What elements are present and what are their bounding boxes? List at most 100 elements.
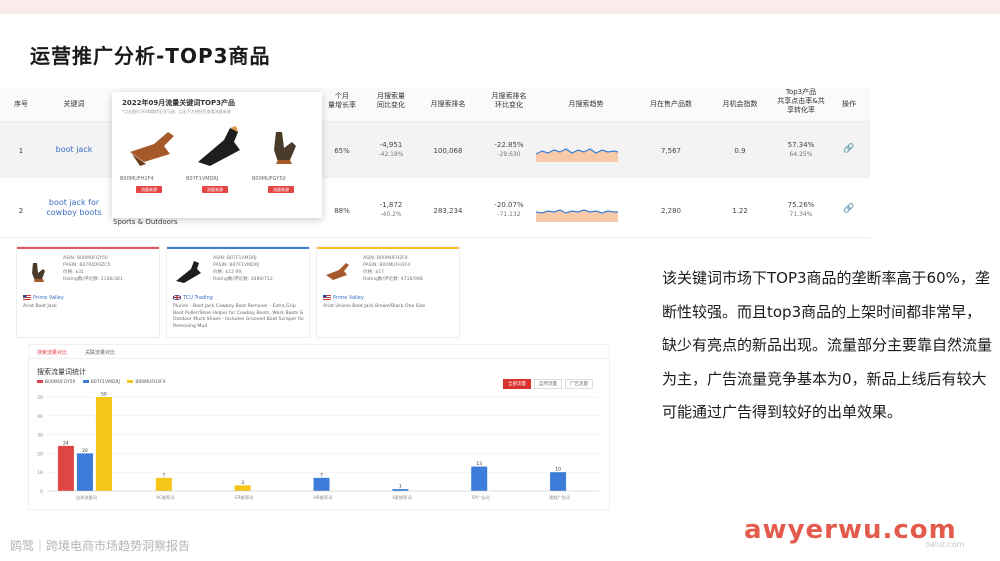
legend-item[interactable]: B07F1VMDRJ bbox=[82, 380, 120, 385]
y-tick-label: 40 bbox=[37, 414, 43, 420]
card-rating: Rating数/评论数: 3480/712 bbox=[213, 277, 273, 282]
popup-asin[interactable]: B00MUFGY50 bbox=[252, 176, 318, 182]
popup-title: 2022年09月流量关键词TOP3产品 bbox=[122, 99, 235, 107]
row-yoy-pct: -40.2% bbox=[380, 211, 402, 218]
header-products: 月在售产品数 bbox=[650, 100, 692, 108]
link-icon[interactable]: 🔗 bbox=[836, 144, 862, 154]
card-description: Ariat Unisex Boot Jack Brown/Black One S… bbox=[323, 304, 426, 309]
us-flag-icon bbox=[323, 295, 331, 300]
card-description: Pluries - Boot Jack Cowboy Boot Remover … bbox=[173, 304, 305, 329]
row-keyword[interactable]: boot jack for cowboy boots bbox=[44, 198, 104, 218]
ad-traffic-button[interactable]: 广告流量 bbox=[565, 379, 593, 389]
row-yoy: -4,951 -42.18% bbox=[368, 140, 414, 160]
card-rating: Rating数/评论数: 4716/998 bbox=[363, 277, 423, 282]
popup-asin[interactable]: B00MUFH2F4 bbox=[120, 176, 186, 182]
boot-jack-image[interactable] bbox=[124, 122, 180, 170]
card-asin[interactable]: ASIN: B00MUFH2F4 bbox=[363, 255, 423, 262]
y-tick-label: 30 bbox=[37, 433, 43, 439]
traffic-source-button[interactable]: 流量来源 bbox=[202, 186, 228, 193]
bar bbox=[57, 445, 74, 491]
tab-related-traffic[interactable]: 关联流量对比 bbox=[85, 349, 115, 356]
header-keyword: 关键词 bbox=[63, 100, 85, 108]
tab-search-traffic[interactable]: 搜索流量对比 bbox=[37, 349, 67, 356]
x-tick-label: HR推荐词 bbox=[314, 494, 333, 501]
row-rank: 100,068 bbox=[433, 147, 463, 155]
analysis-note: 该关键词市场下TOP3商品的垄断率高于60%，垄断性较强。而且top3商品的上架… bbox=[662, 269, 993, 421]
legend-swatch bbox=[127, 380, 134, 383]
header-share-rate: Top3产品 共享点击率&共 享转化率 bbox=[777, 88, 825, 114]
header-opportunity: 月机会指数 bbox=[722, 100, 758, 108]
card-asin[interactable]: ASIN: B00MUFGY50 bbox=[63, 255, 123, 262]
data-label: 3 bbox=[241, 480, 244, 486]
row-share-rate: 75.26% 71.34% bbox=[770, 200, 832, 220]
card-accent bbox=[317, 247, 459, 249]
all-traffic-button[interactable]: 全部流量 bbox=[503, 379, 531, 389]
card-price: 价格: $31 bbox=[63, 270, 84, 275]
row-share-conv: 64.25% bbox=[789, 151, 813, 158]
traffic-chart-panel: 搜索流量对比 关联流量对比 搜索流量词统计 全部流量 自然流量 广告流量 B00… bbox=[28, 344, 610, 510]
uk-flag-icon bbox=[173, 295, 181, 300]
product-card[interactable]: ASIN: B00MUFH2F4 PASIN: B00MUFH2F4 价格: $… bbox=[316, 246, 460, 338]
row-index: 2 bbox=[18, 207, 24, 215]
bar bbox=[313, 477, 330, 491]
row-rank-change: -20.07% -71,132 bbox=[486, 200, 532, 220]
row-index: 1 bbox=[18, 147, 24, 155]
bar bbox=[550, 472, 567, 491]
row-products: 7,567 bbox=[660, 147, 682, 155]
card-brand[interactable]: TCU Trading bbox=[183, 295, 213, 301]
row-yoy: -1,872 -40.2% bbox=[368, 200, 414, 220]
row-rank-change: -22.85% -29,630 bbox=[486, 140, 532, 160]
natural-traffic-button[interactable]: 自然流量 bbox=[534, 379, 562, 389]
y-tick-label: 0 bbox=[40, 489, 43, 495]
card-price: 价格: $17 bbox=[363, 270, 384, 275]
row-opportunity: 1.22 bbox=[732, 207, 748, 215]
data-label: 13 bbox=[476, 461, 482, 467]
legend-item[interactable]: B00MUFH2F4 bbox=[127, 380, 166, 385]
boot-jack-image[interactable] bbox=[256, 122, 312, 170]
bar bbox=[155, 477, 172, 491]
traffic-filter-group: 全部流量 自然流量 广告流量 bbox=[503, 379, 595, 389]
data-label: 7 bbox=[320, 472, 323, 478]
data-label: 20 bbox=[82, 448, 88, 454]
header-yoy: 月搜索量 同比变化 bbox=[377, 92, 405, 109]
card-accent bbox=[167, 247, 309, 249]
traffic-source-button[interactable]: 流量来源 bbox=[136, 186, 162, 193]
card-accent bbox=[17, 247, 159, 249]
data-label: 1 bbox=[399, 484, 402, 490]
footer-source: 鸥鹭｜跨境电商市场趋势洞察报告 bbox=[10, 539, 191, 553]
y-tick-label: 20 bbox=[37, 451, 43, 457]
y-tick-label: 50 bbox=[37, 395, 43, 401]
card-description: Ariat Boot Jack bbox=[23, 304, 57, 309]
card-meta: ASIN: B07F1VMDRJ PASIN: B07F1VMDRJ 价格: $… bbox=[213, 255, 273, 283]
category-label: Sports & Outdoors bbox=[113, 218, 178, 226]
row-rank-change-pct: -20.07% bbox=[494, 201, 524, 209]
boot-jack-image[interactable] bbox=[190, 122, 246, 170]
bar bbox=[76, 453, 93, 491]
card-brand[interactable]: Prime Valley bbox=[33, 295, 64, 301]
card-brand[interactable]: Prime Valley bbox=[333, 295, 364, 301]
legend-label: B00MUFGY50 bbox=[45, 380, 76, 385]
boot-jack-image bbox=[326, 263, 349, 280]
data-label: 24 bbox=[63, 440, 69, 446]
row-share-click: 57.34% bbox=[787, 141, 815, 149]
card-asin[interactable]: ASIN: B07F1VMDRJ bbox=[213, 255, 273, 262]
product-card[interactable]: ASIN: B00MUFGY50 PASIN: B07RDX9ZC5 价格: $… bbox=[16, 246, 160, 338]
bar bbox=[234, 485, 251, 491]
link-icon[interactable]: 🔗 bbox=[836, 204, 862, 214]
popup-subtitle: *点击图片/ASIN跳转至亚马逊，点击下方按钮可查看流量来源 bbox=[122, 109, 231, 114]
popup-asin[interactable]: B07F1VMDRJ bbox=[186, 176, 252, 182]
slide: 运营推广分析-TOP3商品 序号 关键词 个月 量增长率 月搜索量 同比变化 月… bbox=[0, 0, 1000, 561]
boot-jack-image bbox=[32, 263, 45, 282]
card-meta: ASIN: B00MUFGY50 PASIN: B07RDX9ZC5 价格: $… bbox=[63, 255, 123, 283]
product-card[interactable]: ASIN: B07F1VMDRJ PASIN: B07F1VMDRJ 价格: $… bbox=[166, 246, 310, 338]
x-tick-label: 4星推荐词 bbox=[392, 494, 411, 501]
header-rank-change: 月搜索排名 环比变化 bbox=[491, 92, 527, 109]
traffic-source-button[interactable]: 流量来源 bbox=[268, 186, 294, 193]
row-keyword[interactable]: boot jack bbox=[42, 145, 106, 155]
card-parent-asin: PASIN: B07RDX9ZC5 bbox=[63, 263, 111, 268]
row-growth: 88% bbox=[334, 207, 350, 215]
row-share-conv: 71.34% bbox=[789, 211, 813, 218]
legend-item[interactable]: B00MUFGY50 bbox=[37, 380, 75, 385]
traffic-tabs: 搜索流量对比 关联流量对比 bbox=[29, 345, 609, 359]
row-rank-change-abs: -29,630 bbox=[497, 151, 521, 158]
